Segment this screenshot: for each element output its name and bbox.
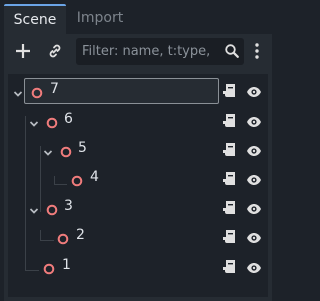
script-icon[interactable] [222, 171, 236, 186]
tree-row[interactable]: 5 [8, 135, 268, 164]
chevron-down-icon[interactable] [42, 144, 54, 156]
link-icon[interactable] [44, 40, 66, 62]
tree-row[interactable]: 3 [8, 193, 268, 222]
node-label: 2 [76, 227, 85, 243]
chevron-down-icon[interactable] [28, 115, 40, 127]
node-label: 5 [78, 140, 87, 156]
eye-icon[interactable] [246, 114, 262, 128]
script-icon[interactable] [222, 229, 236, 244]
scene-toolbar [4, 34, 272, 70]
eye-icon[interactable] [246, 230, 262, 244]
tree-row[interactable]: 6 [8, 106, 268, 135]
eye-icon[interactable] [246, 201, 262, 215]
scene-dock: Scene Import Filter: name, t:type, 7 6 5… [0, 0, 276, 301]
tree-row[interactable]: 1 [8, 252, 268, 281]
node-icon [71, 172, 83, 187]
tree-row[interactable]: 4 [8, 164, 268, 193]
node-icon [57, 230, 69, 245]
script-icon[interactable] [222, 259, 236, 274]
node-label: 3 [64, 198, 73, 214]
node-icon [43, 260, 55, 275]
node-label: 4 [90, 169, 99, 185]
more-options-icon[interactable] [246, 40, 268, 62]
tree-row[interactable]: 7 [8, 76, 268, 105]
node-icon [46, 201, 58, 216]
eye-icon[interactable] [246, 143, 262, 157]
tab-scene[interactable]: Scene [4, 4, 66, 34]
dock-tab-bar: Scene Import [0, 0, 276, 34]
add-node-icon[interactable] [12, 40, 34, 62]
filter-field[interactable] [76, 38, 244, 65]
eye-icon[interactable] [246, 172, 262, 186]
eye-icon[interactable] [246, 260, 262, 274]
script-icon[interactable] [222, 142, 236, 157]
node-label: 6 [64, 111, 73, 127]
script-icon[interactable] [222, 83, 236, 98]
tree-row[interactable]: 2 [8, 222, 268, 251]
eye-icon[interactable] [246, 84, 262, 98]
chevron-down-icon[interactable] [12, 85, 24, 97]
script-icon[interactable] [222, 113, 236, 128]
chevron-down-icon[interactable] [28, 202, 40, 214]
node-icon [46, 114, 58, 129]
tab-import[interactable]: Import [68, 4, 132, 34]
scene-tree: 7 6 5 4 3 2 1 [8, 74, 268, 297]
scene-tree-panel: 7 6 5 4 3 2 1 [4, 70, 272, 301]
node-icon [60, 143, 72, 158]
node-label: 1 [62, 257, 71, 273]
filter-input[interactable] [82, 38, 222, 65]
search-icon [224, 43, 240, 59]
node-icon [31, 84, 43, 99]
script-icon[interactable] [222, 200, 236, 215]
node-label: 7 [50, 81, 59, 97]
